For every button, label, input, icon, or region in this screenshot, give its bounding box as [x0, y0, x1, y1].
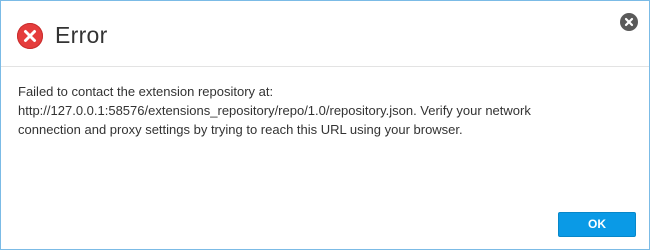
message-line: connection and proxy settings by trying …	[18, 122, 463, 137]
dialog-title: Error	[55, 22, 108, 48]
dialog-header: Error	[1, 1, 649, 67]
message-line: Failed to contact the extension reposito…	[18, 84, 274, 99]
error-icon	[17, 23, 43, 49]
error-message: Failed to contact the extension reposito…	[18, 82, 618, 139]
message-line-url: http://127.0.0.1:58576/extensions_reposi…	[18, 103, 531, 118]
close-icon[interactable]	[620, 13, 638, 31]
ok-button[interactable]: OK	[558, 212, 636, 237]
error-dialog: Error Failed to contact the extension re…	[0, 0, 650, 250]
